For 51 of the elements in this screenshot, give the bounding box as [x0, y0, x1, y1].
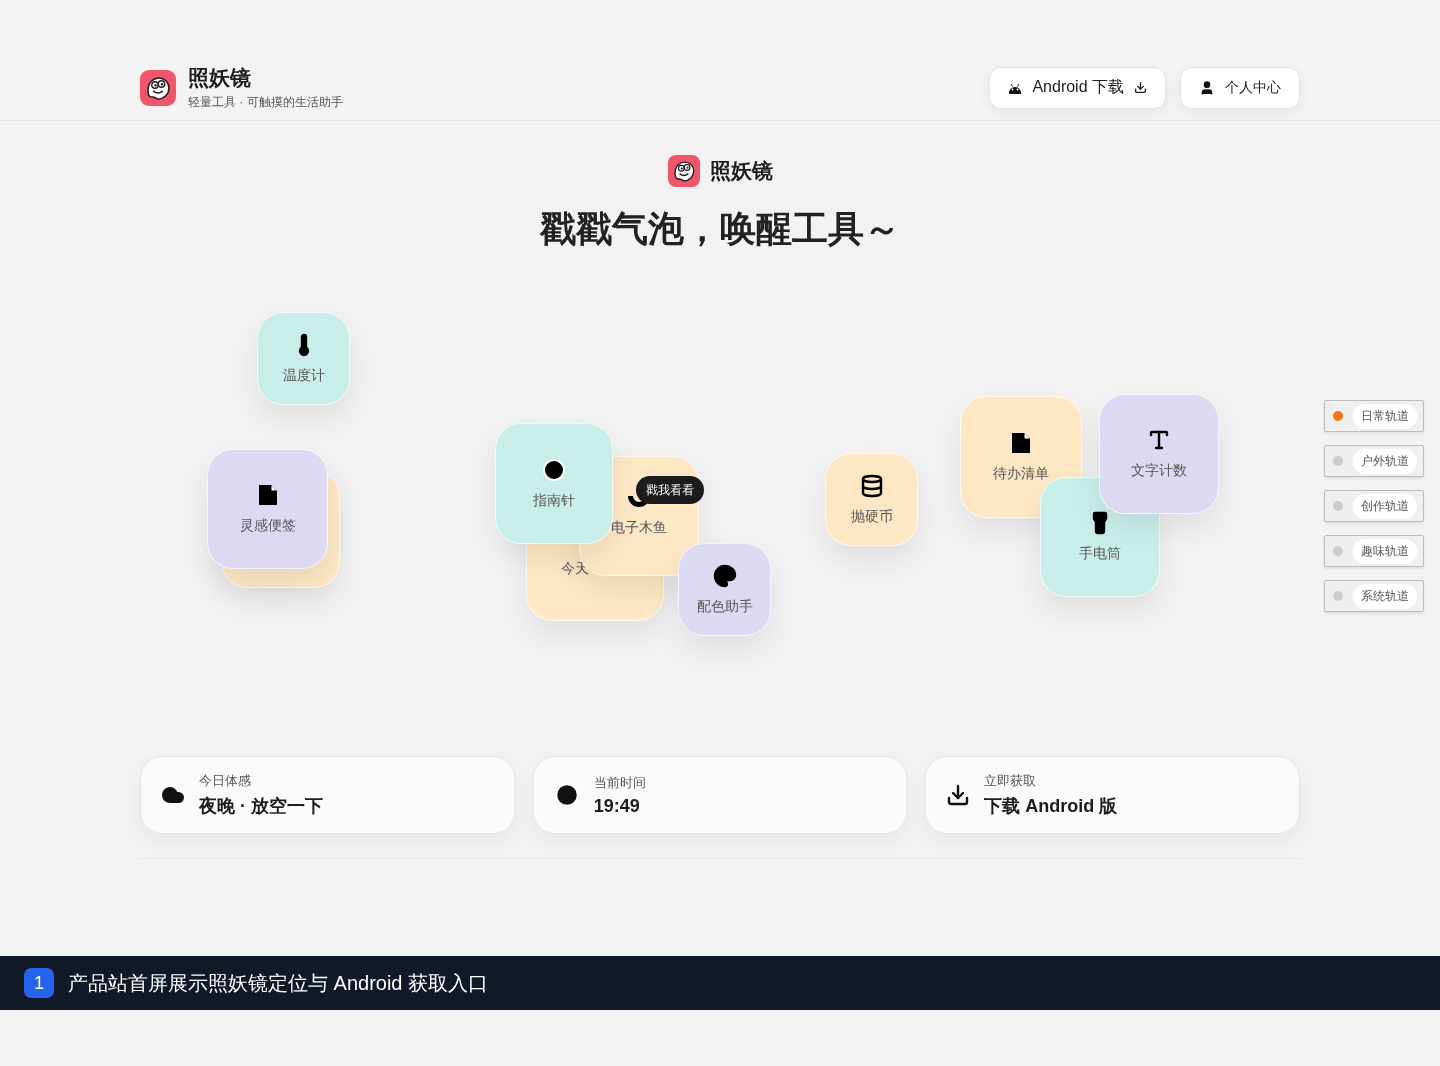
track-label: 系统轨道 [1353, 583, 1417, 609]
bubble-label: 温度计 [282, 366, 325, 385]
card-caption: 当前时间 [593, 773, 646, 792]
tool-bubble[interactable]: 灵感便签 [207, 449, 328, 569]
tool-bubble[interactable]: 抛硬币 [825, 453, 918, 546]
track-label: 创作轨道 [1353, 493, 1417, 519]
track-label: 户外轨道 [1353, 448, 1417, 474]
track-tab[interactable]: 趣味轨道 [1324, 535, 1424, 567]
caption-text: 产品站首屏展示照妖镜定位与 Android 获取入口 [68, 970, 489, 996]
bubble-label: 灵感便签 [239, 517, 296, 535]
android-icon [1008, 81, 1023, 94]
logo-icon [667, 155, 700, 187]
profile-button[interactable]: 个人中心 [1180, 66, 1300, 109]
tool-bubble[interactable]: 配色助手 [678, 543, 771, 636]
tagline: 轻量工具 · 可触摸的生活助手 [188, 94, 343, 111]
tooltip: 戳我看看 [636, 476, 704, 504]
coin-stack-icon [859, 473, 884, 498]
card-caption: 今日体感 [199, 772, 252, 790]
tool-bubble[interactable]: 温度计 [257, 312, 350, 405]
headline: 戳戳气泡，唤醒工具～ [538, 207, 901, 251]
document-icon [1010, 431, 1032, 455]
bubble-label: 指南针 [533, 491, 575, 510]
track-tab[interactable]: 户外轨道 [1324, 445, 1424, 477]
tool-bubble[interactable]: 指南针 [495, 423, 613, 544]
bubble-label: 抛硬币 [850, 507, 893, 526]
track-label: 趣味轨道 [1353, 538, 1417, 564]
track-label: 日常轨道 [1353, 403, 1417, 429]
info-card[interactable]: 立即获取 下载 Android 版 [925, 756, 1300, 834]
track-tab[interactable]: 日常轨道 [1324, 400, 1424, 432]
text-icon [1147, 428, 1171, 452]
bubble-label: 手电筒 [1079, 545, 1121, 563]
logo-icon [140, 69, 176, 106]
card-value: 夜晚 · 放空一下 [199, 795, 323, 818]
download-icon [1134, 81, 1147, 94]
card-value: 19:49 [593, 795, 641, 817]
hero-brand-name: 照妖镜 [709, 158, 773, 184]
download-icon [946, 783, 971, 807]
bubble-label: 文字计数 [1131, 462, 1187, 480]
card-caption: 立即获取 [984, 772, 1038, 790]
palette-icon [712, 563, 737, 588]
step-number: 1 [24, 968, 54, 998]
bubble-label: 配色助手 [696, 597, 753, 616]
brand-name: 照妖镜 [188, 65, 252, 91]
track-tab[interactable]: 创作轨道 [1324, 490, 1424, 522]
android-download-button[interactable]: Android 下载 [989, 66, 1166, 109]
card-value: 下载 Android 版 [984, 795, 1118, 818]
bubble-label: 电子木鱼 [611, 519, 667, 537]
tool-bubble[interactable]: 文字计数 [1099, 394, 1219, 514]
document-icon [256, 483, 279, 507]
user-icon [1199, 79, 1215, 96]
track-tab[interactable]: 系统轨道 [1324, 580, 1424, 612]
